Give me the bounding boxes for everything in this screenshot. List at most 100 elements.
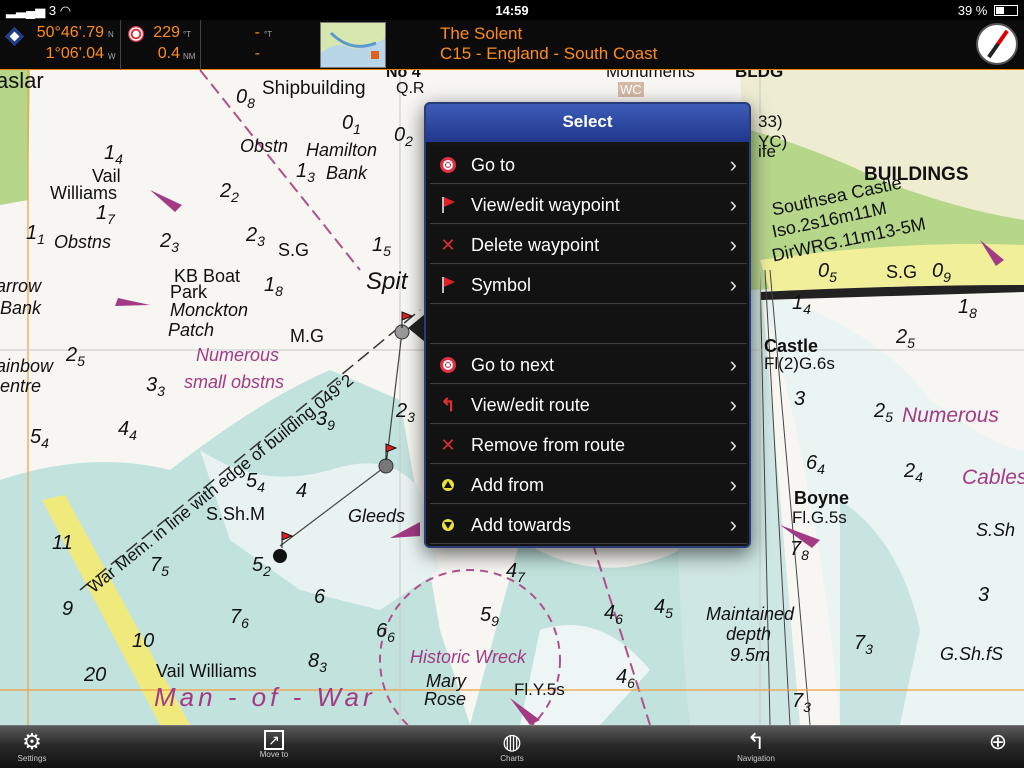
- place-label: depth: [726, 624, 772, 644]
- popup-title: Select: [426, 104, 749, 142]
- depth-sounding: 3: [794, 388, 806, 410]
- menu-spacer: [430, 306, 747, 344]
- latitude-hemisphere: N: [108, 30, 114, 39]
- depth-sounding: 47: [506, 560, 525, 585]
- flag-icon: [440, 277, 456, 293]
- place-label: Hamilton: [306, 140, 378, 160]
- depth-sounding: 09: [932, 260, 951, 285]
- menu-item-label: Add towards: [471, 515, 572, 535]
- place-label: Monckton: [170, 300, 249, 320]
- menu-item-add-towards[interactable]: Add towards ›: [430, 506, 747, 544]
- seabed-label: S.G: [886, 262, 918, 282]
- menu-item-remove-from-route[interactable]: ✕ Remove from route ›: [430, 426, 747, 464]
- depth-sounding: 15: [372, 234, 391, 259]
- place-label: Obstn: [240, 136, 289, 156]
- menu-item-label: Remove from route: [471, 435, 626, 455]
- select-popup: Select Go to › View/edit waypoint › ✕ De…: [424, 102, 751, 548]
- menu-item-symbol[interactable]: Symbol ›: [430, 266, 747, 304]
- wc-label: WC: [618, 82, 644, 97]
- menu-item-view-edit-route[interactable]: ↰ View/edit route ›: [430, 386, 747, 424]
- depth-sounding: 75: [150, 554, 169, 579]
- depth-sounding: 20: [84, 664, 107, 686]
- depth-sounding: 73: [792, 690, 811, 715]
- bearing-value: 229: [153, 24, 180, 41]
- depth-sounding: 22: [220, 180, 239, 205]
- chart-thumbnail-map: [321, 23, 385, 67]
- depth-sounding: 78: [790, 538, 809, 563]
- menu-item-label: Go to: [471, 155, 516, 175]
- charts-button[interactable]: ◍ Charts: [472, 726, 552, 768]
- status-bar: ▂▃▄▅ 3 ◠ 14:59 39 %: [0, 0, 1024, 20]
- move-to-button[interactable]: ↗ Move to: [234, 726, 314, 768]
- navigation-button[interactable]: ↰ Navigation: [716, 726, 796, 768]
- compass-icon[interactable]: [976, 23, 1018, 65]
- depth-sounding: 18: [264, 274, 283, 299]
- place-label: BLDG: [735, 70, 784, 81]
- light-label: Fl(2)G.6s: [764, 354, 835, 373]
- place-label: 33): [758, 112, 783, 131]
- depth-sounding: 9: [62, 598, 74, 620]
- crosshair-icon: ⊕: [988, 729, 1008, 754]
- route-icon: ↰: [440, 395, 456, 415]
- navigation-arrow-icon: ↰: [746, 729, 766, 754]
- depth-sounding: 01: [342, 112, 361, 137]
- chevron-right-icon: ›: [729, 192, 737, 217]
- depth-sounding: 66: [376, 620, 395, 645]
- chevron-right-icon: ›: [729, 272, 737, 297]
- triangle-down-icon: [440, 517, 456, 533]
- place-label: Monuments: [606, 70, 695, 81]
- place-label: Maintained: [706, 604, 795, 624]
- depth-sounding: 39: [316, 408, 335, 433]
- seabed-label: S.Sh.M: [206, 504, 266, 524]
- menu-item-add-from[interactable]: Add from ›: [430, 466, 747, 504]
- x-icon: ✕: [440, 435, 456, 455]
- depth-sounding: 3: [978, 584, 990, 606]
- move-to-label: Move to: [259, 750, 289, 759]
- place-label: entre: [0, 376, 42, 396]
- place-label: ainbow: [0, 356, 54, 376]
- depth-sounding: 08: [236, 86, 255, 111]
- place-label: aslar: [0, 70, 44, 93]
- depth-sounding: 83: [308, 650, 327, 675]
- menu-item-go-to-next[interactable]: Go to next ›: [430, 346, 747, 384]
- menu-item-delete-waypoint[interactable]: ✕ Delete waypoint ›: [430, 226, 747, 264]
- settings-button[interactable]: ⚙ Settings: [0, 726, 72, 768]
- place-label: Spit: [366, 268, 408, 295]
- place-label: Obstns: [54, 232, 112, 252]
- depth-sounding: 05: [818, 260, 837, 285]
- distance-value: 0.4: [157, 45, 180, 62]
- globe-icon: ◍: [502, 729, 522, 754]
- battery-icon: [994, 5, 1018, 16]
- field3-bottom-value: -: [254, 45, 260, 62]
- depth-sounding: 59: [480, 604, 499, 629]
- chart-thumbnail[interactable]: [320, 22, 386, 68]
- gear-icon: ⚙: [22, 729, 42, 754]
- depth-sounding: 25: [66, 344, 85, 369]
- depth-sounding: 10: [132, 630, 155, 652]
- place-label: small obstns: [184, 372, 285, 392]
- target-icon: [440, 357, 456, 373]
- chevron-right-icon: ›: [729, 432, 737, 457]
- triangle-up-icon: [440, 477, 456, 493]
- depth-sounding: 14: [104, 142, 123, 167]
- depth-sounding: 11: [52, 532, 73, 554]
- menu-item-go-to[interactable]: Go to ›: [430, 146, 747, 184]
- depth-sounding: 25: [874, 400, 893, 425]
- place-label: Man - of - War: [154, 682, 376, 712]
- move-to-icon: ↗: [264, 730, 284, 750]
- field3-top-value: -: [254, 24, 260, 41]
- place-label: Bank: [0, 298, 42, 318]
- bottom-toolbar: ⚙ Settings ↗ Move to ◍ Charts ↰ Navigati…: [0, 725, 1024, 768]
- chevron-right-icon: ›: [729, 472, 737, 497]
- menu-item-label: Add from: [471, 475, 545, 495]
- depth-sounding: 4: [296, 480, 308, 502]
- seabed-label: G.Sh.fS: [940, 644, 1004, 664]
- depth-sounding: 23: [160, 230, 179, 255]
- menu-item-view-edit-waypoint[interactable]: View/edit waypoint ›: [430, 186, 747, 224]
- depth-sounding: 73: [854, 632, 873, 657]
- depth-sounding: 54: [30, 426, 49, 451]
- locate-button[interactable]: ⊕: [958, 726, 1024, 768]
- depth-sounding: 6: [314, 586, 326, 608]
- depth-sounding: 14: [792, 292, 811, 317]
- place-label: Gleeds: [348, 506, 406, 526]
